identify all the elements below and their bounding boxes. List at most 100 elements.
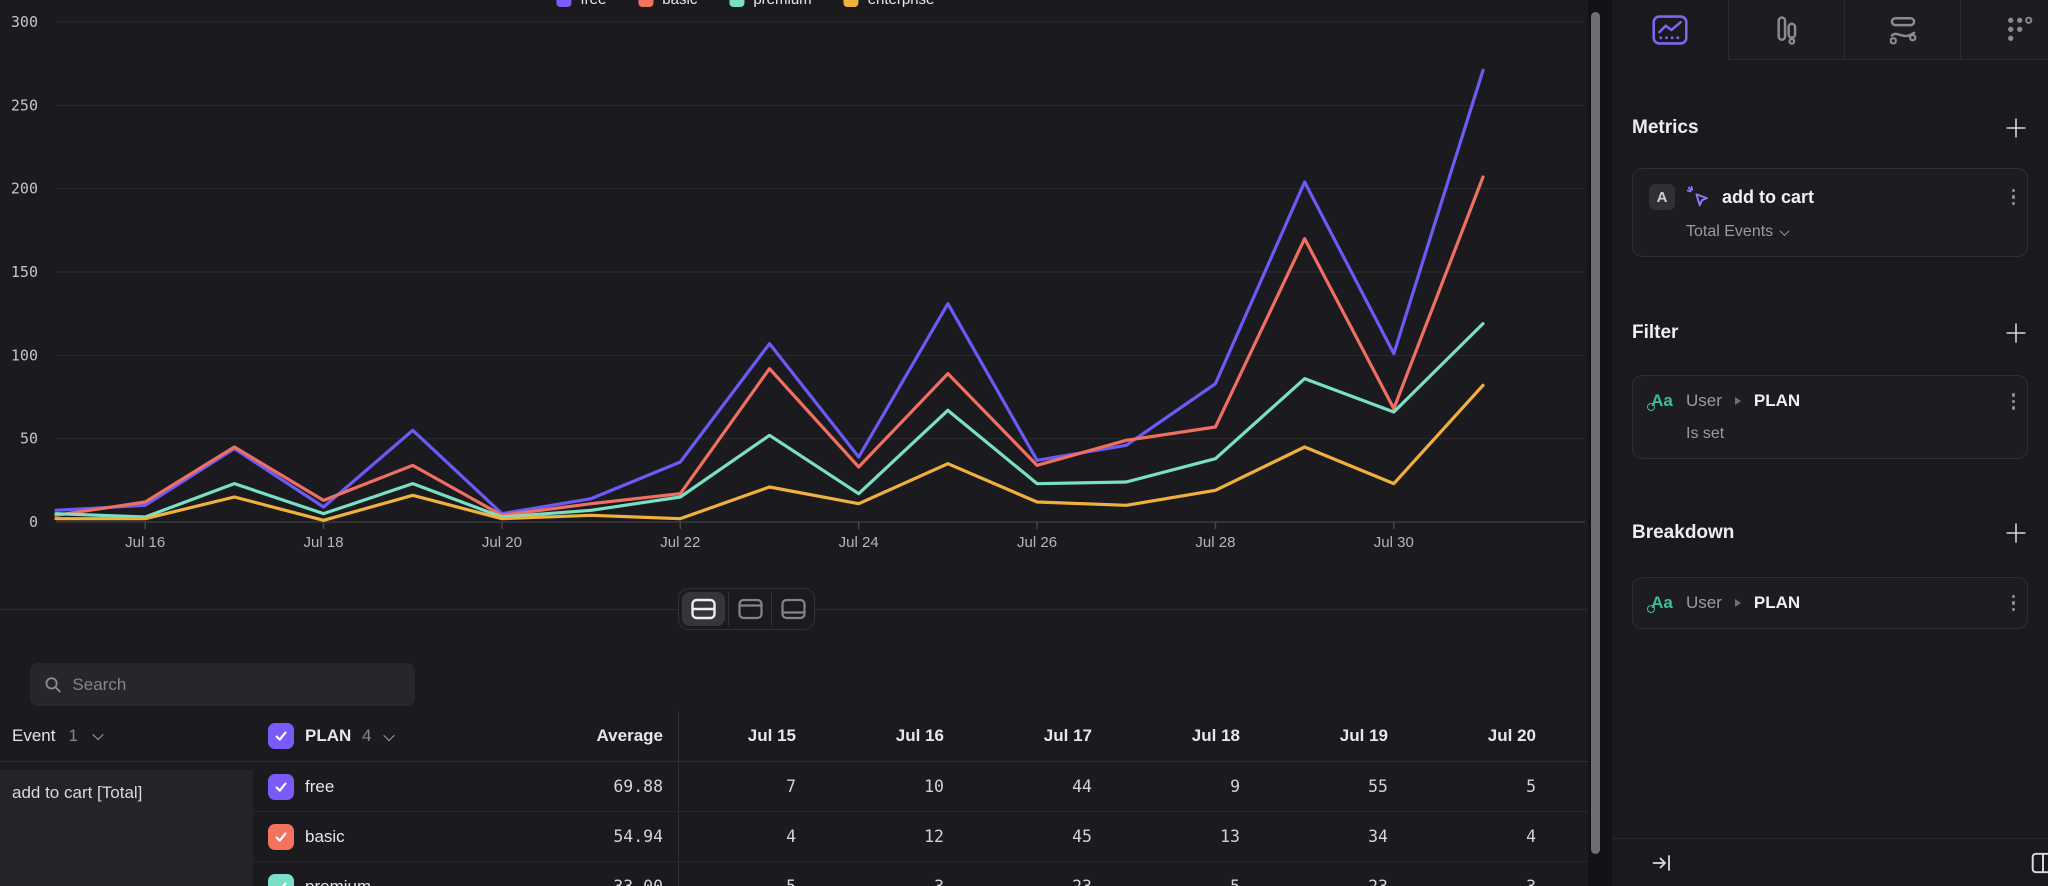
add-breakdown-button[interactable] (2004, 521, 2028, 545)
query-builder-sidebar: Metrics A add to (1612, 0, 2048, 886)
breakdown-menu-button[interactable] (2010, 593, 2018, 614)
plan-header-count: 4 (362, 726, 371, 745)
day-column-header: Jul 18 (1122, 726, 1270, 746)
event-header-count: 1 (68, 726, 77, 746)
filter-menu-button[interactable] (2010, 391, 2018, 412)
tab-flow-chart[interactable] (1844, 0, 1960, 60)
row-value: 13 (1122, 827, 1270, 846)
event-header-label: Event (12, 726, 55, 746)
x-axis-label: Jul 22 (660, 534, 700, 551)
event-column-header[interactable]: Event 1 (0, 726, 260, 746)
split-view-icon (690, 597, 717, 621)
search-icon (44, 675, 62, 695)
tab-line-chart[interactable] (1612, 0, 1728, 60)
plan-column-header[interactable]: PLAN 4 (260, 723, 410, 749)
y-axis-label: 50 (20, 430, 38, 448)
chevron-down-icon (1780, 226, 1790, 236)
column-divider (678, 711, 679, 886)
row-value: 3 (826, 877, 974, 886)
flow-chart-icon (1885, 13, 1921, 47)
vertical-scrollbar[interactable] (1591, 12, 1600, 854)
row-value: 12 (826, 827, 974, 846)
row-value: 44 (974, 777, 1122, 796)
event-total-cell[interactable]: add to cart [Total] (0, 770, 253, 886)
sidebar-footer (1612, 838, 2048, 886)
line-chart-icon (1651, 13, 1689, 47)
row-value: 9 (1122, 777, 1270, 796)
day-column-header: Jul 15 (678, 726, 826, 746)
chart-type-tabs (1612, 0, 2048, 60)
legend-item-premium[interactable]: premium (729, 0, 811, 8)
row-checkbox-basic[interactable] (268, 824, 294, 850)
row-value: 5 (1122, 877, 1270, 886)
y-axis-label: 100 (11, 346, 38, 364)
x-axis-label: Jul 20 (482, 534, 522, 551)
y-axis-label: 200 (11, 180, 38, 198)
event-total-label: add to cart [Total] (12, 783, 142, 802)
panel-bottom-view-button[interactable] (771, 592, 814, 626)
legend-label: enterprise (868, 0, 935, 8)
scrollbar-gutter (1588, 0, 1612, 886)
panel-top-view-button[interactable] (728, 592, 771, 626)
search-box[interactable] (30, 663, 415, 706)
legend-item-enterprise[interactable]: enterprise (844, 0, 935, 8)
row-checkbox-free[interactable] (268, 774, 294, 800)
row-value: 5 (678, 877, 826, 886)
row-value: 45 (974, 827, 1122, 846)
collapse-sidebar-icon[interactable] (1650, 851, 1674, 875)
legend-item-basic[interactable]: basic (638, 0, 697, 8)
panels-layout-icon[interactable] (2030, 850, 2048, 876)
y-axis-label: 300 (11, 13, 38, 31)
line-chart: 050100150200250300Jul 16Jul 18Jul 20Jul … (0, 0, 1588, 558)
x-axis-label: Jul 26 (1017, 534, 1057, 551)
add-metric-button[interactable] (2004, 116, 2028, 140)
legend-label: free (580, 0, 606, 8)
row-average: 69.88 (410, 777, 663, 796)
series-line-free (56, 70, 1483, 513)
main-panel: freebasicpremiumenterprise 0501001502002… (0, 0, 1588, 886)
check-icon (274, 780, 288, 794)
metric-measure-dropdown[interactable]: Total Events (1649, 223, 2011, 241)
filter-condition-dropdown[interactable]: Is set (1649, 425, 2011, 443)
filter-scope: User (1686, 391, 1722, 411)
search-input[interactable] (72, 675, 401, 695)
legend-item-free[interactable]: free (556, 0, 606, 8)
cursor-click-icon (1686, 185, 1711, 210)
y-axis-label: 0 (29, 513, 38, 531)
legend-swatch (556, 0, 571, 7)
breakdown-card[interactable]: Aa User PLAN (1632, 577, 2028, 630)
row-value: 23 (974, 877, 1122, 886)
filter-card[interactable]: Aa User PLAN Is set (1632, 375, 2028, 459)
metric-menu-button[interactable] (2010, 187, 2018, 208)
row-checkbox-premium[interactable] (268, 874, 294, 886)
row-average: 33.00 (410, 877, 663, 886)
tab-bar-chart[interactable] (1728, 0, 1844, 60)
sidebar-content: Metrics A add to (1612, 60, 2048, 838)
metric-letter-badge: A (1649, 184, 1675, 210)
analytics-app: freebasicpremiumenterprise 0501001502002… (0, 0, 2048, 886)
legend-label: basic (662, 0, 697, 8)
plus-icon (2005, 522, 2027, 544)
plan-select-all-checkbox[interactable] (268, 723, 294, 749)
row-value: 23 (1270, 877, 1418, 886)
row-name: basic (305, 827, 345, 847)
row-value: 5 (1418, 777, 1566, 796)
row-name: free (305, 777, 334, 797)
add-filter-button[interactable] (2004, 321, 2028, 345)
split-view-button[interactable] (682, 592, 725, 626)
day-column-header: Jul 16 (826, 726, 974, 746)
breakdown-property: PLAN (1754, 593, 1999, 613)
breakdown-table-section: Event 1 PLAN 4 Average (0, 610, 1588, 886)
legend-swatch (638, 0, 653, 7)
metrics-heading: Metrics (1632, 117, 1699, 139)
metric-card[interactable]: A add to cart Total Events (1632, 168, 2028, 257)
panel-bottom-icon (780, 597, 807, 621)
x-axis-label: Jul 18 (304, 534, 344, 551)
chevron-down-icon (384, 730, 395, 741)
tab-more-charts[interactable] (1960, 0, 2048, 60)
row-value: 4 (678, 827, 826, 846)
check-icon (274, 830, 288, 844)
legend-swatch (729, 0, 744, 7)
check-icon (274, 880, 288, 886)
filter-property: PLAN (1754, 391, 1999, 411)
